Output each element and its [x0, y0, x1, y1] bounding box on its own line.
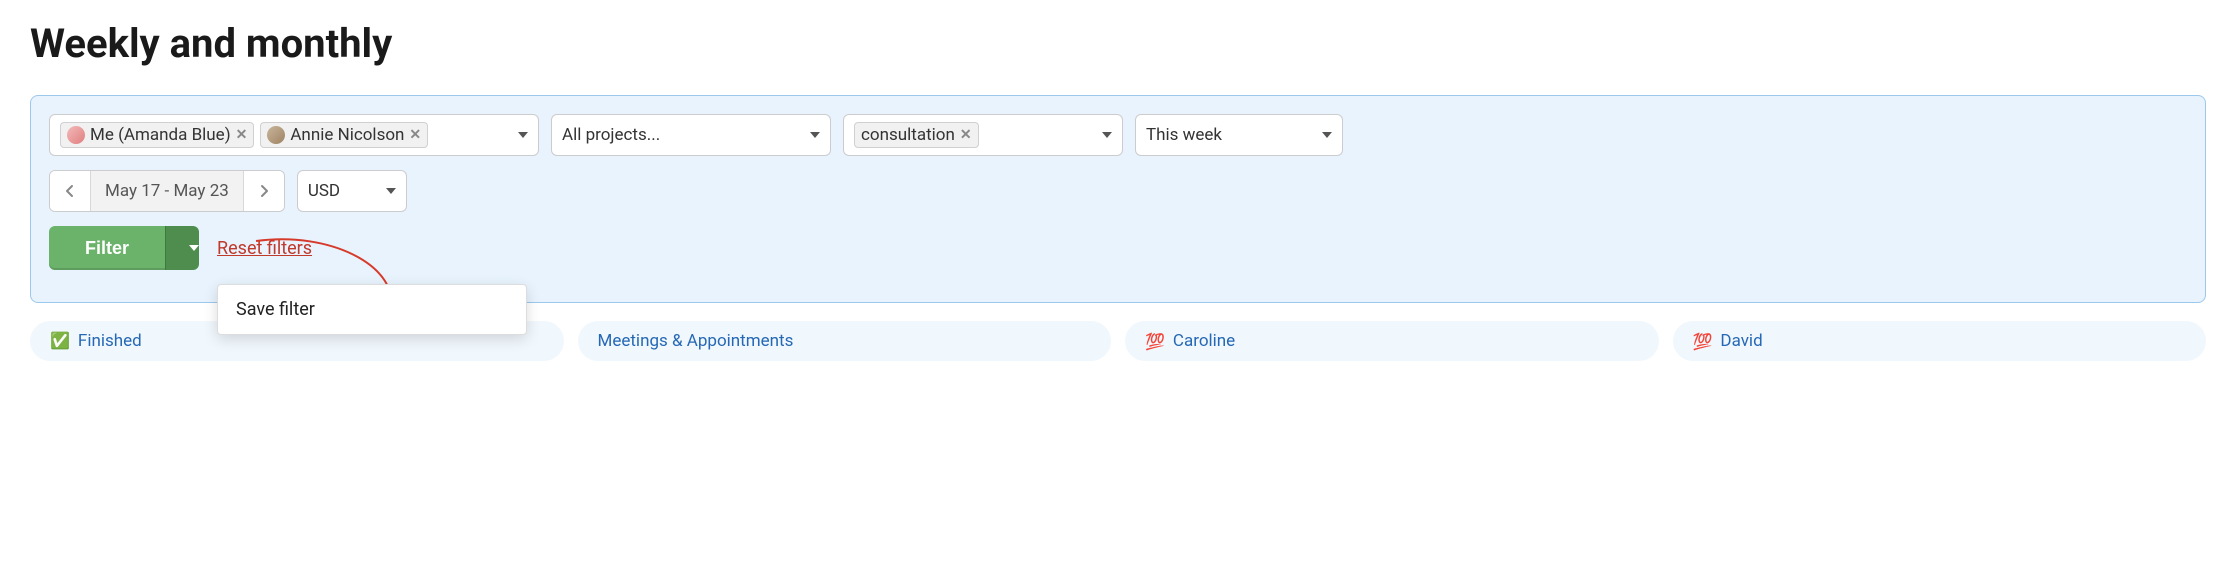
hundred-icon: 💯	[1145, 332, 1165, 351]
date-prev-button[interactable]	[50, 171, 90, 211]
pill-label: Meetings & Appointments	[598, 331, 794, 351]
chevron-right-icon	[259, 184, 269, 198]
chevron-down-icon[interactable]	[1102, 132, 1112, 138]
person-chip[interactable]: Annie Nicolson ✕	[260, 122, 428, 148]
person-chip[interactable]: Me (Amanda Blue) ✕	[60, 122, 254, 148]
pill-label: David	[1720, 331, 1762, 351]
filter-row-1: Me (Amanda Blue) ✕ Annie Nicolson ✕ All …	[49, 114, 2187, 156]
tag-chip-label: consultation	[861, 125, 955, 145]
avatar-icon	[67, 126, 85, 144]
filter-button[interactable]: Filter	[49, 226, 165, 270]
currency-select[interactable]: USD	[297, 170, 407, 212]
chevron-down-icon	[189, 245, 199, 251]
filter-actions-row: Filter Reset filters	[49, 226, 2187, 270]
reset-filters-link[interactable]: Reset filters	[217, 238, 312, 259]
chip-remove-icon[interactable]: ✕	[236, 128, 248, 142]
check-icon: ✅	[50, 333, 70, 349]
page-title: Weekly and monthly	[30, 20, 2206, 67]
person-chip-label: Annie Nicolson	[290, 125, 404, 145]
saved-filter-meetings[interactable]: Meetings & Appointments	[578, 321, 1112, 361]
filter-panel: Me (Amanda Blue) ✕ Annie Nicolson ✕ All …	[30, 95, 2206, 303]
avatar-icon	[267, 126, 285, 144]
chevron-left-icon	[65, 184, 75, 198]
saved-filter-david[interactable]: 💯 David	[1673, 321, 2207, 361]
currency-value: USD	[308, 181, 380, 201]
date-navigator: May 17 - May 23	[49, 170, 285, 212]
tag-chip[interactable]: consultation ✕	[854, 122, 979, 148]
period-placeholder: This week	[1146, 125, 1316, 145]
saved-filter-caroline[interactable]: 💯 Caroline	[1125, 321, 1659, 361]
chip-remove-icon[interactable]: ✕	[409, 128, 421, 142]
hundred-icon: 💯	[1693, 332, 1713, 351]
person-chip-label: Me (Amanda Blue)	[90, 125, 231, 145]
filter-dropdown-menu: Save filter	[217, 284, 527, 335]
filter-button-group: Filter	[49, 226, 199, 270]
tags-filter[interactable]: consultation ✕	[843, 114, 1123, 156]
projects-filter[interactable]: All projects...	[551, 114, 831, 156]
chip-remove-icon[interactable]: ✕	[960, 128, 972, 142]
chevron-down-icon[interactable]	[810, 132, 820, 138]
pill-label: Caroline	[1173, 331, 1235, 351]
chevron-down-icon[interactable]	[1322, 132, 1332, 138]
chevron-down-icon[interactable]	[518, 132, 528, 138]
date-range-display[interactable]: May 17 - May 23	[90, 171, 244, 211]
save-filter-item[interactable]: Save filter	[218, 285, 526, 334]
projects-placeholder: All projects...	[562, 125, 804, 145]
people-filter[interactable]: Me (Amanda Blue) ✕ Annie Nicolson ✕	[49, 114, 539, 156]
pill-label: Finished	[78, 331, 142, 351]
period-filter[interactable]: This week	[1135, 114, 1343, 156]
chevron-down-icon[interactable]	[386, 188, 396, 194]
date-next-button[interactable]	[244, 171, 284, 211]
filter-dropdown-toggle[interactable]	[165, 226, 199, 270]
filter-row-2: May 17 - May 23 USD	[49, 170, 2187, 212]
